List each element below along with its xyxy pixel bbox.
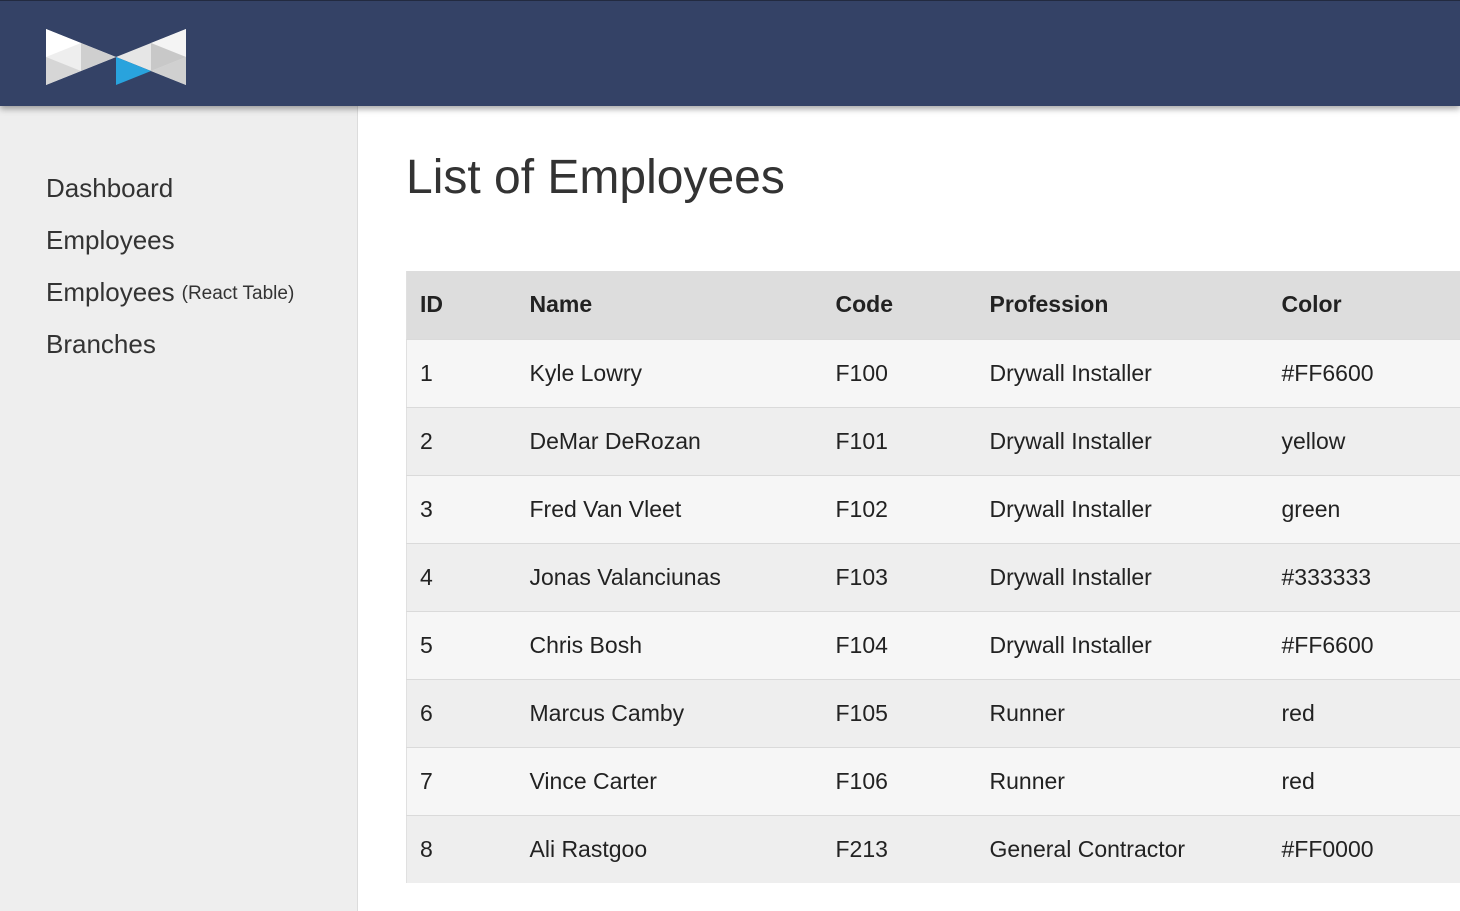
cell-code: F100 <box>835 359 888 386</box>
cell-color: #FF6600 <box>1281 359 1374 386</box>
cell-name: Chris Bosh <box>529 631 642 658</box>
bowtie-logo-icon[interactable] <box>46 27 186 87</box>
page-title: List of Employees <box>406 151 785 204</box>
column-header-color[interactable]: Color <box>1269 271 1460 339</box>
sidebar-item-employees[interactable]: Employees <box>46 214 294 266</box>
cell-code: F104 <box>835 631 888 658</box>
cell-code: F102 <box>835 495 888 522</box>
sidebar-item-suffix: (React Table) <box>181 283 295 304</box>
cell-profession: Runner <box>989 767 1065 794</box>
sidebar-item-branches[interactable]: Branches <box>46 318 294 370</box>
cell-profession: Runner <box>989 699 1065 726</box>
table-row[interactable]: 4 Jonas Valanciunas F103 Drywall Install… <box>406 543 1460 611</box>
table-row[interactable]: 3 Fred Van Vleet F102 Drywall Installer … <box>406 475 1460 543</box>
cell-id: 1 <box>420 359 433 386</box>
cell-profession: Drywall Installer <box>989 427 1152 454</box>
cell-name: Kyle Lowry <box>529 359 642 386</box>
cell-id: 7 <box>420 767 433 794</box>
cell-name: DeMar DeRozan <box>529 427 701 454</box>
cell-color: red <box>1281 767 1315 794</box>
cell-color: green <box>1281 495 1341 522</box>
table-row[interactable]: 2 DeMar DeRozan F101 Drywall Installer y… <box>406 407 1460 475</box>
table-row[interactable]: 6 Marcus Camby F105 Runner red <box>406 679 1460 747</box>
table-row[interactable]: 1 Kyle Lowry F100 Drywall Installer #FF6… <box>406 339 1460 407</box>
cell-profession: Drywall Installer <box>989 631 1152 658</box>
cell-name: Fred Van Vleet <box>529 495 682 522</box>
sidebar-item-label: Employees <box>46 224 175 255</box>
cell-color: #333333 <box>1281 563 1372 590</box>
cell-color: #FF6600 <box>1281 631 1374 658</box>
cell-code: F106 <box>835 767 888 794</box>
sidebar-item-label: Employees <box>46 276 175 307</box>
main-content: List of Employees ID Name Code Professio… <box>406 106 1460 911</box>
column-header-id[interactable]: ID <box>407 271 517 339</box>
cell-id: 6 <box>420 699 433 726</box>
cell-id: 4 <box>420 563 433 590</box>
cell-profession: General Contractor <box>989 835 1186 862</box>
sidebar-item-employees-react-table[interactable]: Employees (React Table) <box>46 266 294 318</box>
cell-id: 8 <box>420 835 433 862</box>
column-header-code[interactable]: Code <box>823 271 977 339</box>
cell-code: F101 <box>835 427 888 454</box>
sidebar-item-label: Branches <box>46 328 156 359</box>
table-row[interactable]: 7 Vince Carter F106 Runner red <box>406 747 1460 815</box>
cell-profession: Drywall Installer <box>989 359 1152 386</box>
sidebar-item-label: Dashboard <box>46 172 174 203</box>
sidebar-item-dashboard[interactable]: Dashboard <box>46 162 294 214</box>
cell-name: Jonas Valanciunas <box>529 563 721 590</box>
sidebar: Dashboard Employees Employees (React Tab… <box>0 106 358 911</box>
cell-code: F105 <box>835 699 888 726</box>
cell-profession: Drywall Installer <box>989 563 1152 590</box>
table-row[interactable]: 8 Ali Rastgoo F213 General Contractor #F… <box>406 815 1460 883</box>
cell-name: Ali Rastgoo <box>529 835 648 862</box>
cell-color: yellow <box>1281 427 1346 454</box>
table-header-row: ID Name Code Profession Color <box>406 271 1460 339</box>
cell-id: 3 <box>420 495 433 522</box>
cell-code: F213 <box>835 835 888 862</box>
sidebar-nav: Dashboard Employees Employees (React Tab… <box>46 162 294 370</box>
cell-name: Marcus Camby <box>529 699 685 726</box>
cell-color: #FF0000 <box>1281 835 1374 862</box>
employees-table: ID Name Code Profession Color 1 Kyle Low… <box>406 271 1460 883</box>
cell-id: 5 <box>420 631 433 658</box>
cell-name: Vince Carter <box>529 767 657 794</box>
column-header-name[interactable]: Name <box>517 271 823 339</box>
column-header-profession[interactable]: Profession <box>977 271 1269 339</box>
cell-id: 2 <box>420 427 433 454</box>
app-header <box>0 0 1460 106</box>
cell-code: F103 <box>835 563 888 590</box>
table-row[interactable]: 5 Chris Bosh F104 Drywall Installer #FF6… <box>406 611 1460 679</box>
cell-color: red <box>1281 699 1315 726</box>
cell-profession: Drywall Installer <box>989 495 1152 522</box>
